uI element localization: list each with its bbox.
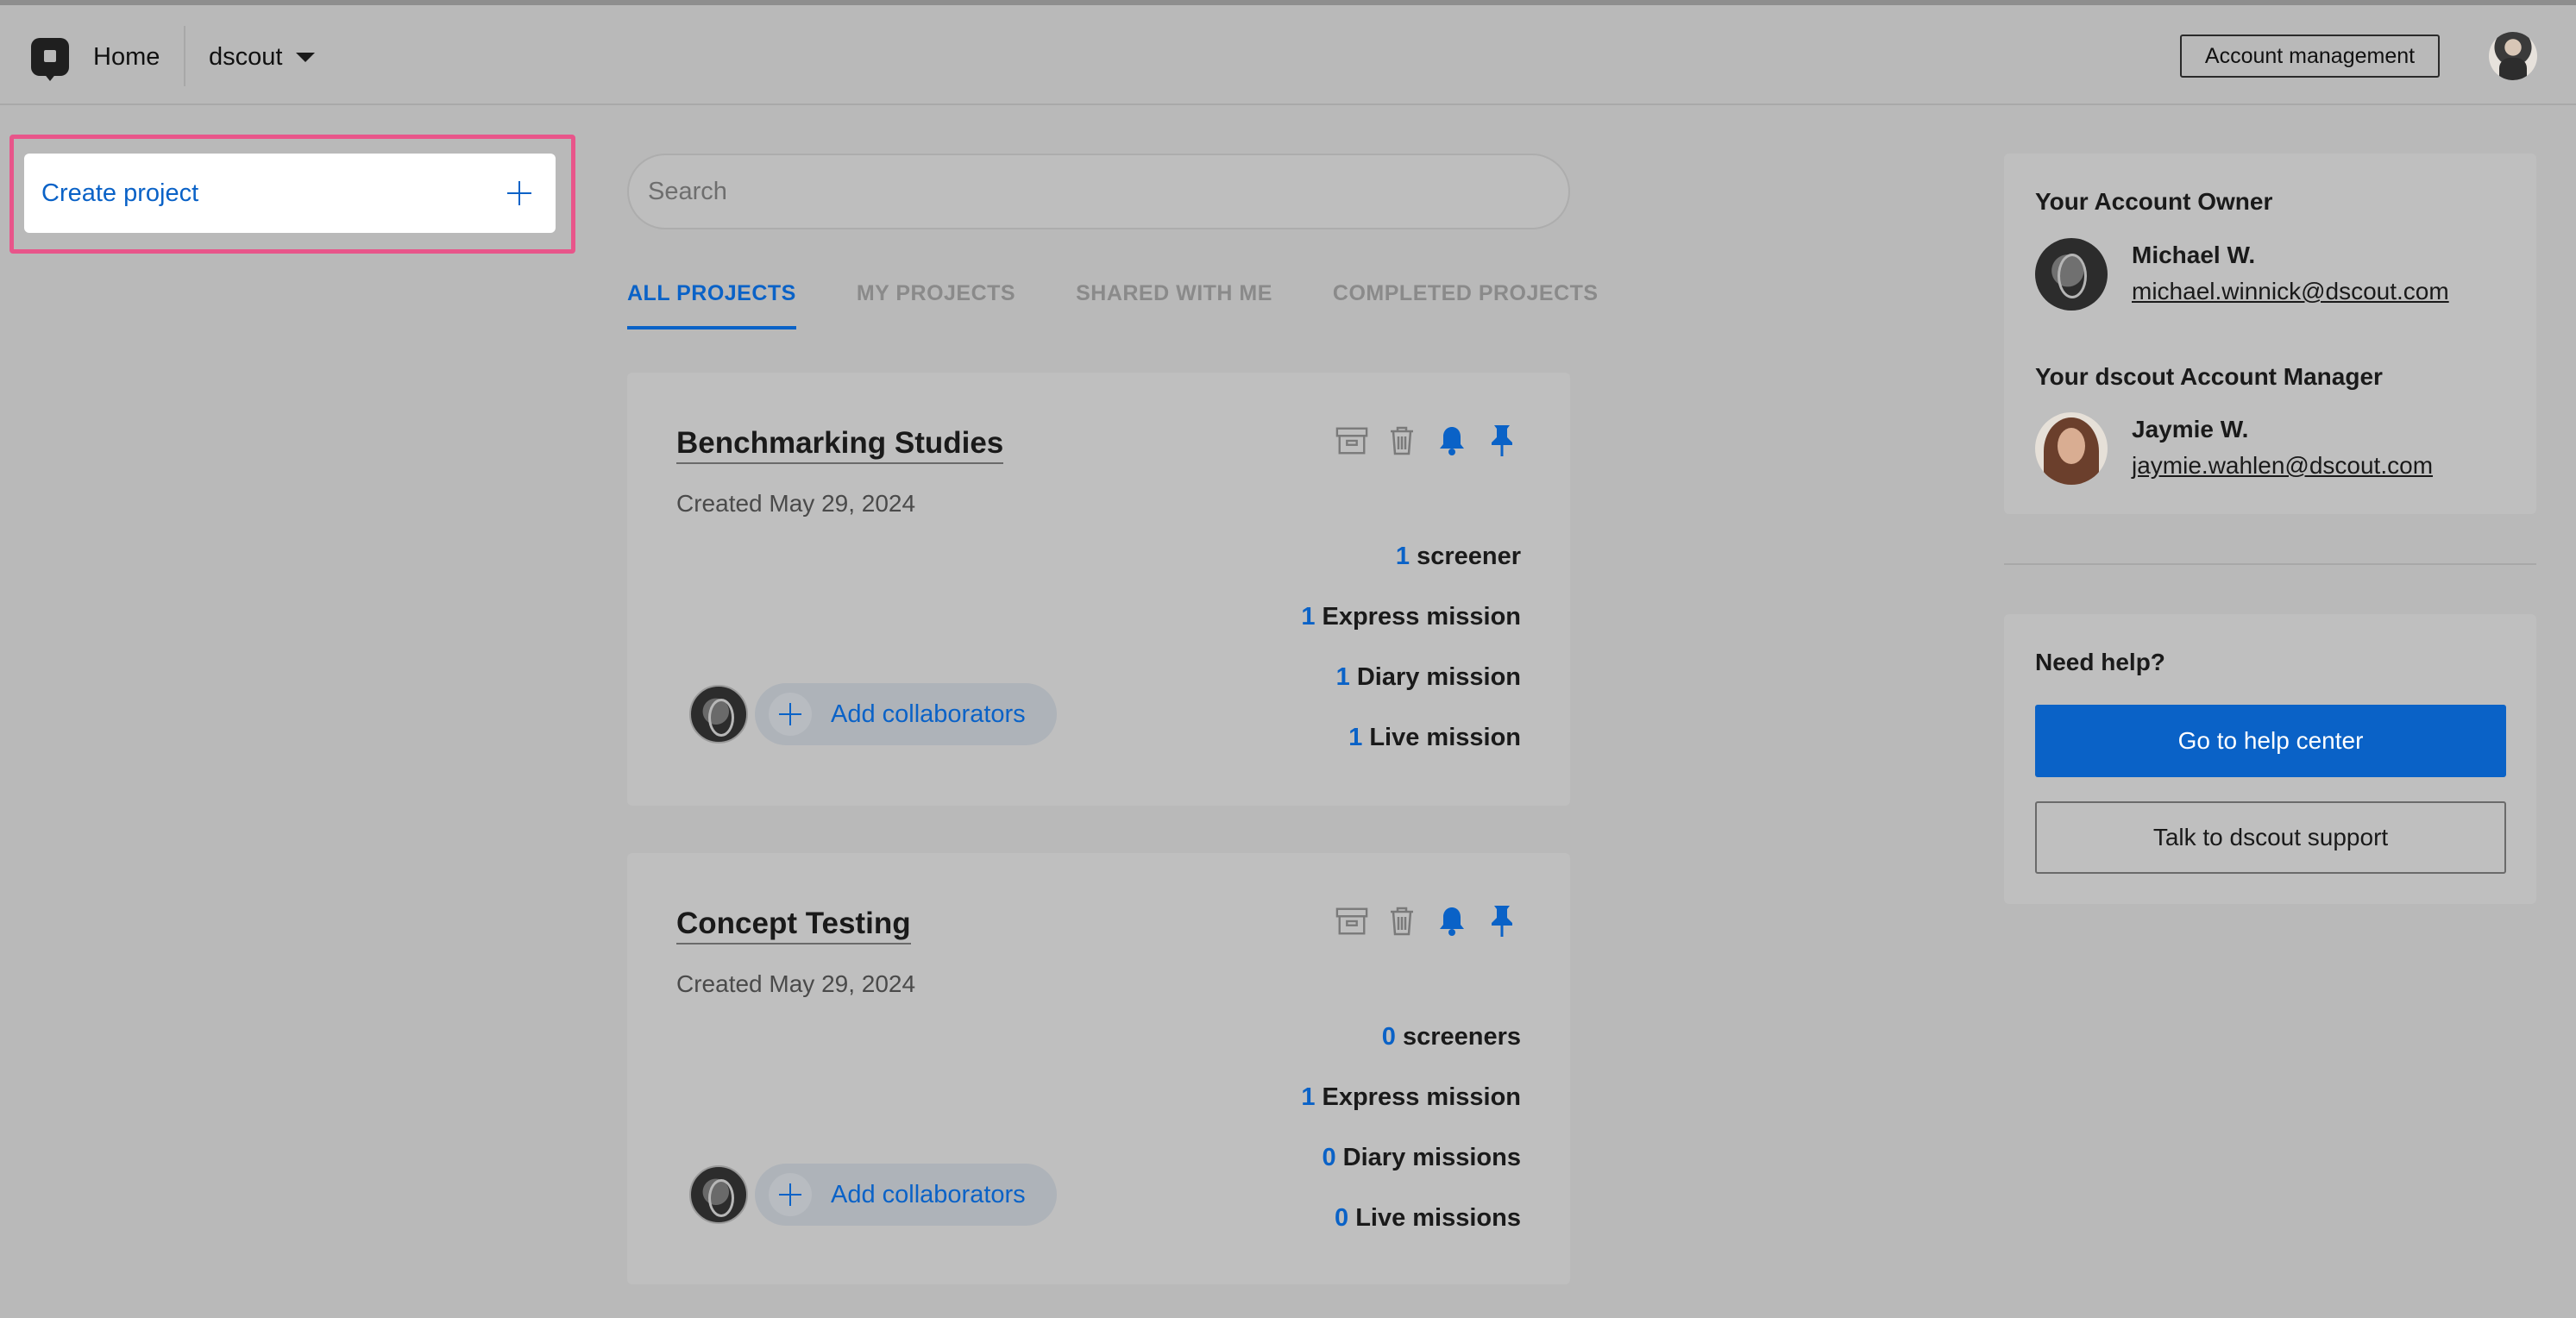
project-title[interactable]: Concept Testing [676,907,911,945]
bell-icon[interactable] [1436,905,1468,938]
account-owner-heading: Your Account Owner [2035,188,2273,215]
collaborator-avatar [689,1165,748,1224]
tab-all-projects[interactable]: ALL PROJECTS [627,281,796,330]
tab-completed-projects[interactable]: COMPLETED PROJECTS [1333,281,1599,330]
caret-down-icon [296,53,316,62]
account-manager-email[interactable]: jaymie.wahlen@dscout.com [2132,452,2433,480]
account-manager-name: Jaymie W. [2132,416,2249,442]
project-created-date: Created May 29, 2024 [676,970,916,997]
stat-express-missions: 1 Express mission [1301,603,1521,631]
account-manager-heading: Your dscout Account Manager [2035,363,2383,390]
stat-live-missions: 1 Live mission [1348,724,1521,751]
project-tabs: ALL PROJECTS MY PROJECTS SHARED WITH ME … [627,281,1599,330]
account-manager: Jaymie W. jaymie.wahlen@dscout.com [2035,412,2433,485]
project-actions [1335,424,1518,457]
search-input[interactable] [627,154,1570,229]
pin-icon[interactable] [1486,905,1518,938]
archive-icon[interactable] [1335,905,1368,938]
collaborators: Add collaborators [689,1164,1057,1226]
project-stats: 0 screeners 1 Express mission 0 Diary missi… [1301,1022,1521,1264]
contact-support-button[interactable]: Talk to dscout support [2035,801,2506,874]
nav-divider [184,26,185,86]
add-collaborators-button[interactable]: Add collaborators [755,683,1057,745]
home-link[interactable]: Home [93,43,160,72]
project-actions [1335,905,1518,938]
trash-icon[interactable] [1385,905,1418,938]
create-project-button[interactable]: Create project [24,154,556,233]
create-project-label: Create project [41,179,199,207]
account-owner: Michael W. michael.winnick@dscout.com [2035,238,2449,311]
collaborators: Add collaborators [689,683,1057,745]
dscout-logo-icon[interactable] [31,38,69,81]
help-card: Need help? Go to help center Talk to dsc… [2004,614,2536,904]
stat-screeners: 0 screeners [1381,1023,1521,1051]
stat-live-missions: 0 Live missions [1335,1204,1521,1232]
pin-icon[interactable] [1486,424,1518,457]
project-created-date: Created May 29, 2024 [676,490,916,517]
stat-diary-missions: 1 Diary mission [1335,663,1521,691]
org-dropdown[interactable]: dscout [209,43,316,72]
account-contacts-card: Your Account Owner Michael W. michael.wi… [2004,154,2536,514]
project-card: Benchmarking Studies Created May 29, 202… [627,373,1570,806]
help-center-button[interactable]: Go to help center [2035,705,2506,777]
add-collaborators-label: Add collaborators [831,700,1026,728]
tab-my-projects[interactable]: MY PROJECTS [857,281,1015,330]
add-collaborators-label: Add collaborators [831,1180,1026,1208]
collaborator-avatar [689,685,748,744]
top-nav: Home dscout Account management [0,5,2576,105]
account-owner-name: Michael W. [2132,242,2256,268]
user-avatar[interactable] [2489,32,2537,80]
account-manager-avatar [2035,412,2108,485]
plus-icon [769,693,812,736]
stat-diary-missions: 0 Diary missions [1322,1144,1521,1171]
sidebar-divider [2004,563,2536,565]
bell-icon[interactable] [1436,424,1468,457]
help-heading: Need help? [2035,649,2165,675]
plus-icon [507,181,531,205]
account-owner-avatar [2035,238,2108,311]
account-owner-email[interactable]: michael.winnick@dscout.com [2132,278,2449,305]
account-management-button[interactable]: Account management [2180,35,2440,78]
trash-icon[interactable] [1385,424,1418,457]
org-name: dscout [209,43,283,71]
project-title[interactable]: Benchmarking Studies [676,426,1004,464]
plus-icon [769,1173,812,1216]
tab-shared-with-me[interactable]: SHARED WITH ME [1076,281,1272,330]
stat-express-missions: 1 Express mission [1301,1083,1521,1111]
stat-screeners: 1 screener [1395,543,1521,570]
add-collaborators-button[interactable]: Add collaborators [755,1164,1057,1226]
project-stats: 1 screener 1 Express mission 1 Diary missio… [1301,542,1521,783]
archive-icon[interactable] [1335,424,1368,457]
project-card: Concept Testing Created May 29, 2024 0 sc… [627,853,1570,1284]
